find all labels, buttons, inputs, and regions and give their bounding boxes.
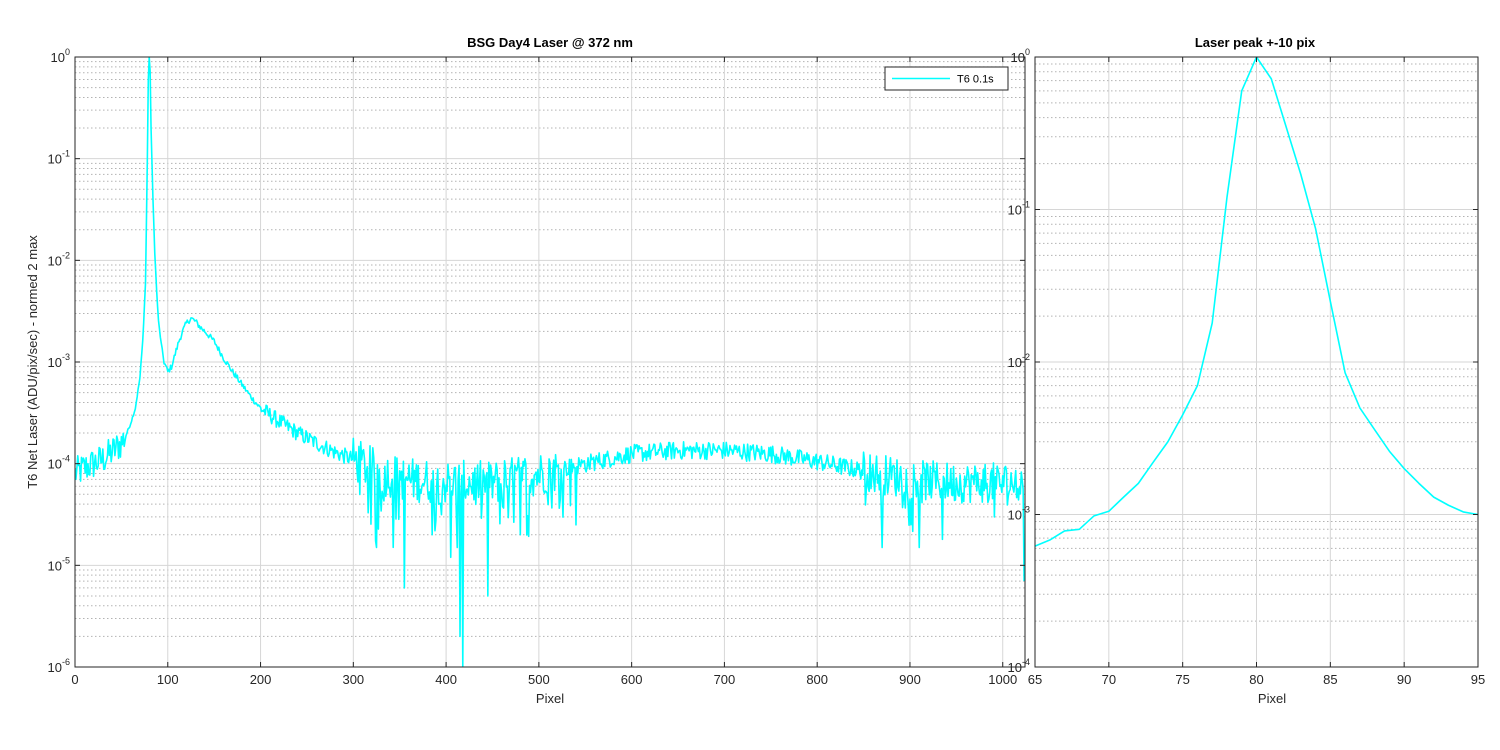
main-title: BSG Day4 Laser @ 372 nm	[467, 35, 633, 50]
legend-entry: T6 0.1s	[957, 74, 994, 86]
main-y-tick-label: 10-4	[48, 454, 70, 472]
main-y-tick-label: 10-1	[48, 149, 70, 167]
main-x-tick-label: 600	[621, 672, 643, 687]
main-x-tick-label: 800	[806, 672, 828, 687]
main-y-tick-label: 10-6	[48, 657, 70, 675]
zoom-y-tick-label: 10-1	[1008, 200, 1030, 218]
zoom-x-axis-label: Pixel	[1258, 691, 1286, 706]
legend: T6 0.1s	[884, 66, 1009, 91]
main-x-tick-label: 900	[899, 672, 921, 687]
main-x-axis-label: Pixel	[536, 691, 564, 706]
zoom-x-tick-label: 65	[1028, 672, 1042, 687]
main-x-tick-label: 100	[157, 672, 179, 687]
main-y-tick-label: 10-2	[48, 250, 70, 268]
zoom-x-tick-label: 85	[1323, 672, 1337, 687]
main-x-tick-label: 700	[714, 672, 736, 687]
zoom-grid	[1034, 56, 1479, 668]
zoom-panel: Laser peak +-10 pix 65 70 75 80 85 90 95 10-4 10…	[1008, 35, 1486, 706]
zoom-x-tick-label: 80	[1249, 672, 1263, 687]
main-grid	[74, 56, 1025, 668]
main-x-tick-label: 200	[250, 672, 272, 687]
main-x-tick-label: 300	[342, 672, 364, 687]
main-y-tick-label: 100	[51, 47, 70, 65]
main-x-tick-label: 400	[435, 672, 457, 687]
zoom-y-tick-label: 10-4	[1008, 657, 1030, 675]
main-y-tick-label: 10-5	[48, 555, 70, 573]
main-y-tick-label: 10-3	[48, 352, 70, 370]
main-x-tick-label: 0	[71, 672, 78, 687]
zoom-x-tick-label: 75	[1175, 672, 1189, 687]
zoom-y-tick-label: 100	[1011, 47, 1030, 65]
zoom-y-tick-label: 10-3	[1008, 505, 1030, 523]
main-panel: BSG Day4 Laser @ 372 nm 0 100 200 300 400 500…	[25, 35, 1026, 706]
zoom-x-tick-label: 70	[1102, 672, 1116, 687]
zoom-y-tick-label: 10-2	[1008, 352, 1030, 370]
zoom-title: Laser peak +-10 pix	[1195, 35, 1316, 50]
zoom-x-tick-label: 90	[1397, 672, 1411, 687]
main-x-tick-label: 500	[528, 672, 550, 687]
main-y-axis-label: T6 Net Laser (ADU/pix/sec) - normed 2 ma…	[25, 235, 40, 489]
figure: BSG Day4 Laser @ 372 nm 0 100 200 300 400 500…	[25, 35, 1486, 706]
zoom-x-tick-label: 95	[1471, 672, 1485, 687]
